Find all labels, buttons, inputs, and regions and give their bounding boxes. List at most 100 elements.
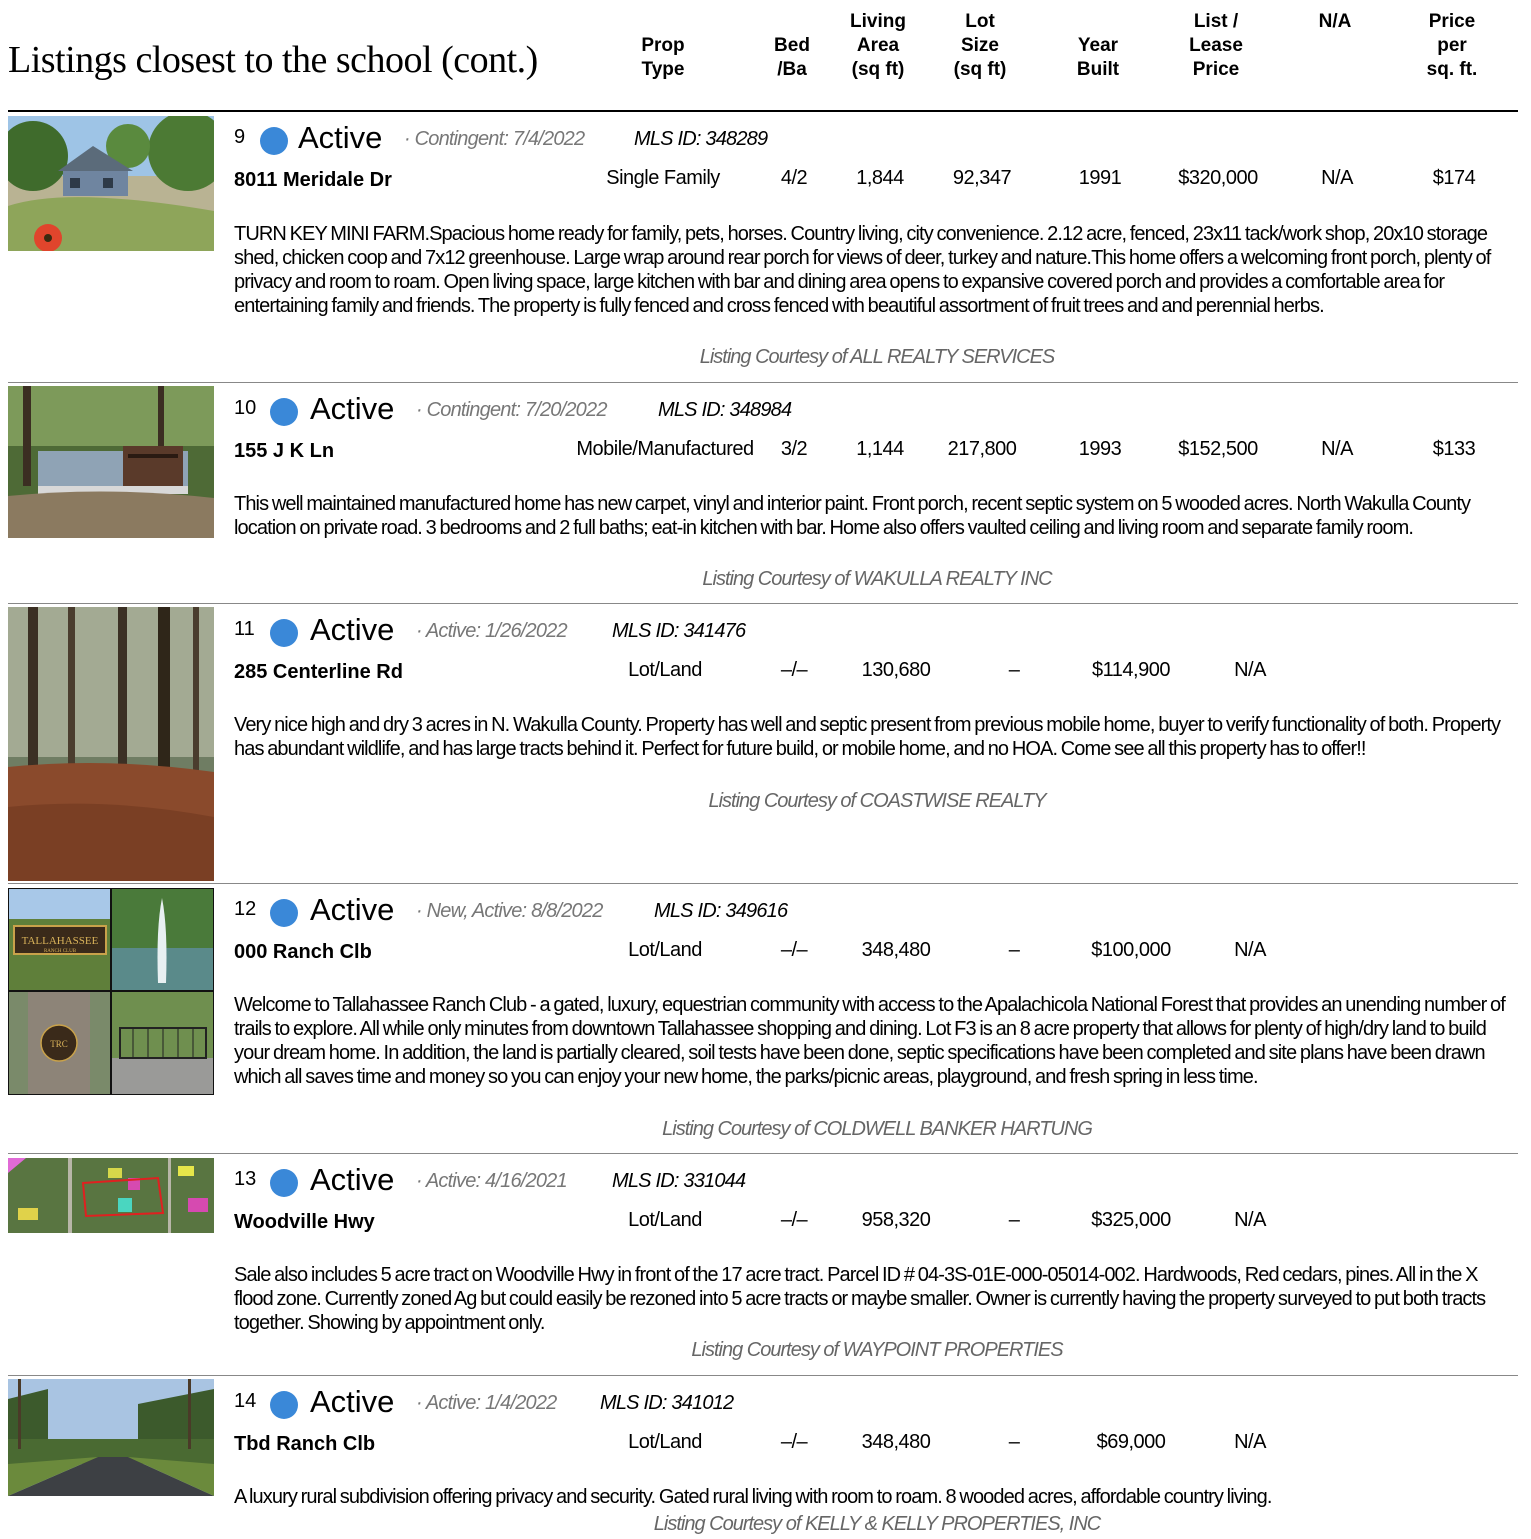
listing-status-date: · Contingent: 7/20/2022 [416, 399, 607, 421]
listing-mls-id: MLS ID: 341476 [612, 620, 746, 642]
cell-lot-size: – [1008, 659, 1020, 681]
cell-list-price: $325,000 [1091, 1209, 1171, 1231]
listing-description: Very nice high and dry 3 acres in N. Wak… [234, 714, 1501, 760]
listing-number: 14 [234, 1390, 257, 1412]
cell-lot-size: 217,800 [947, 438, 1017, 460]
col-header-lot-size: Lot Size (sq ft) [953, 11, 1007, 80]
listing-description: Sale also includes 5 acre tract on Woodv… [234, 1264, 1486, 1334]
cell-na: N/A [1234, 939, 1266, 961]
cell-living-area: 1,844 [856, 167, 904, 189]
listing-photo-11[interactable] [8, 607, 214, 881]
cell-year-built: 1991 [1078, 167, 1122, 189]
cell-price-per-sqft: $174 [1432, 167, 1476, 189]
cell-living-area: 958,320 [861, 1209, 931, 1231]
cell-list-price: $100,000 [1091, 939, 1171, 961]
cell-prop-type: Single Family [606, 167, 720, 189]
listing-12[interactable]: TALLAHASSEE RANCH CLUB TRC 12 Active · N… [0, 884, 1531, 1154]
listing-courtesy: Listing Courtesy of WAKULLA REALTY INC [702, 568, 1052, 590]
cell-bed-ba: –/– [780, 1209, 808, 1231]
cell-list-price: $69,000 [1096, 1431, 1166, 1453]
listing-address[interactable]: 8011 Meridale Dr [234, 169, 392, 192]
listing-photo-9[interactable] [8, 116, 214, 251]
listing-mls-id: MLS ID: 348984 [658, 399, 792, 421]
cell-bed-ba: 3/2 [780, 438, 808, 460]
status-dot-icon [270, 619, 298, 647]
listing-status-date: · Active: 4/16/2021 [416, 1170, 568, 1192]
cell-prop-type: Lot/Land [628, 1431, 702, 1453]
listing-9[interactable]: 9 Active · Contingent: 7/4/2022 MLS ID: … [0, 112, 1531, 383]
cell-living-area: 348,480 [861, 1431, 931, 1453]
listing-photo-12[interactable]: TALLAHASSEE RANCH CLUB TRC [8, 888, 214, 1095]
listing-address[interactable]: Woodville Hwy [234, 1211, 375, 1234]
sign-subtext: RANCH CLUB [44, 949, 77, 954]
cell-prop-type: Lot/Land [628, 939, 702, 961]
listing-photo-10[interactable] [8, 386, 214, 538]
listing-photo-13[interactable] [8, 1158, 214, 1233]
cell-bed-ba: –/– [780, 659, 808, 681]
listing-11[interactable]: 11 Active · Active: 1/26/2022 MLS ID: 34… [0, 604, 1531, 884]
listing-description: A luxury rural subdivision offering priv… [234, 1486, 1272, 1508]
listing-number: 9 [234, 126, 246, 148]
listing-description: TURN KEY MINI FARM.Spacious home ready f… [234, 223, 1491, 317]
listing-status: Active [310, 391, 395, 426]
cell-lot-size: – [1008, 939, 1020, 961]
cell-lot-size: – [1008, 1431, 1020, 1453]
cell-na: N/A [1234, 659, 1266, 681]
cell-na: N/A [1321, 167, 1353, 189]
cell-list-price: $114,900 [1092, 659, 1170, 681]
cell-year-built: 1993 [1078, 438, 1122, 460]
listing-mls-id: MLS ID: 331044 [612, 1170, 746, 1192]
cell-living-area: 130,680 [861, 659, 931, 681]
listing-status-date: · Active: 1/4/2022 [416, 1392, 557, 1414]
listing-courtesy: Listing Courtesy of WAYPOINT PROPERTIES [691, 1339, 1063, 1361]
cell-prop-type: Lot/Land [628, 1209, 702, 1231]
listing-status: Active [310, 892, 395, 927]
col-header-prop-type: Prop Type [641, 35, 685, 80]
listing-photo-14[interactable] [8, 1379, 214, 1496]
stone-emblem-text: TRC [50, 1039, 68, 1049]
listing-status-date: · Contingent: 7/4/2022 [404, 128, 585, 150]
col-header-bed-ba: Bed /Ba [774, 35, 810, 80]
col-header-list-price: List / Lease Price [1189, 11, 1243, 80]
listing-10[interactable]: 10 Active · Contingent: 7/20/2022 MLS ID… [0, 383, 1531, 604]
listing-status: Active [310, 1384, 395, 1419]
cell-lot-size: – [1008, 1209, 1020, 1231]
cell-living-area: 348,480 [861, 939, 931, 961]
status-dot-icon [260, 127, 288, 155]
cell-bed-ba: 4/2 [780, 167, 808, 189]
col-header-year-built: Year Built [1076, 35, 1120, 80]
status-dot-icon [270, 899, 298, 927]
listing-address[interactable]: 155 J K Ln [234, 440, 334, 463]
cell-list-price: $320,000 [1178, 167, 1258, 189]
cell-na: N/A [1234, 1209, 1266, 1231]
cell-na: N/A [1321, 438, 1353, 460]
listing-address[interactable]: Tbd Ranch Clb [234, 1433, 375, 1456]
col-header-living-area: Living Area (sq ft) [850, 11, 906, 80]
status-dot-icon [270, 398, 298, 426]
listing-status-date: · New, Active: 8/8/2022 [416, 900, 603, 922]
listing-description: This well maintained manufactured home h… [234, 493, 1471, 539]
sign-text: TALLAHASSEE [22, 935, 99, 947]
listing-courtesy: Listing Courtesy of ALL REALTY SERVICES [699, 346, 1056, 368]
listing-status: Active [310, 612, 395, 647]
cell-bed-ba: –/– [780, 1431, 808, 1453]
col-header-na: N/A [1318, 11, 1352, 32]
cell-prop-type: Lot/Land [628, 659, 702, 681]
listing-13[interactable]: 13 Active · Active: 4/16/2021 MLS ID: 33… [0, 1154, 1531, 1376]
cell-living-area: 1,144 [856, 438, 904, 460]
listing-status: Active [310, 1162, 395, 1197]
listing-mls-id: MLS ID: 348289 [634, 128, 768, 150]
status-dot-icon [270, 1169, 298, 1197]
listing-status-date: · Active: 1/26/2022 [416, 620, 568, 642]
listing-number: 10 [234, 397, 257, 419]
listing-status: Active [298, 120, 383, 155]
listing-courtesy: Listing Courtesy of COLDWELL BANKER HART… [662, 1118, 1093, 1140]
cell-na: N/A [1234, 1431, 1266, 1453]
page-title: Listings closest to the school (cont.) [8, 39, 538, 81]
listing-address[interactable]: 285 Centerline Rd [234, 661, 403, 684]
listing-number: 11 [234, 618, 255, 640]
listing-mls-id: MLS ID: 341012 [600, 1392, 734, 1414]
listing-address[interactable]: 000 Ranch Clb [234, 941, 372, 964]
listing-14[interactable]: 14 Active · Active: 1/4/2022 MLS ID: 341… [0, 1376, 1531, 1539]
listing-number: 13 [234, 1168, 257, 1190]
